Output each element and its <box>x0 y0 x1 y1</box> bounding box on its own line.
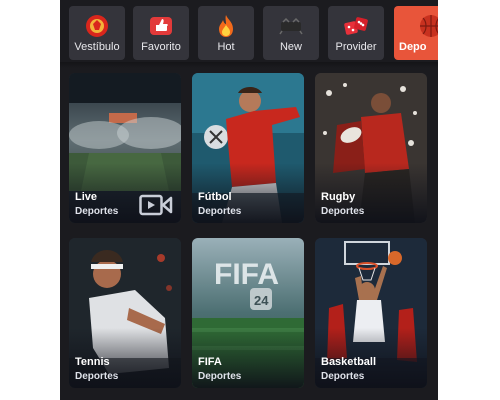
category-hot[interactable]: Hot <box>198 6 254 60</box>
category-provider[interactable]: Provider <box>328 6 384 60</box>
category-label: Depo <box>399 41 427 53</box>
sports-screen: Vestíbulo Favorito Hot New Provider Depo… <box>60 0 438 400</box>
card-subtitle: Deportes <box>198 371 242 382</box>
category-label: Favorito <box>141 41 181 53</box>
card-subtitle: Deportes <box>321 206 365 217</box>
card-subtitle: Deportes <box>75 371 119 382</box>
game-card-futbol[interactable]: Fútbol Deportes <box>192 73 304 223</box>
card-subtitle: Deportes <box>198 206 242 217</box>
category-new[interactable]: New <box>263 6 319 60</box>
category-strip[interactable]: Vestíbulo Favorito Hot New Provider Depo <box>60 0 438 66</box>
fifa-logo-text: FIFA <box>214 258 279 291</box>
category-favorite[interactable]: Favorito <box>133 6 189 60</box>
card-subtitle: Deportes <box>75 206 119 217</box>
game-card-fifa[interactable]: FIFA 24 FIFA Deportes <box>192 238 304 388</box>
card-subtitle: Deportes <box>321 371 365 382</box>
card-title: Live <box>75 191 98 203</box>
card-title: Basketball <box>321 356 377 368</box>
video-icon <box>139 194 173 216</box>
game-card-tennis[interactable]: Tennis Deportes <box>69 238 181 388</box>
category-sports[interactable]: Depo <box>394 6 438 60</box>
category-lobby[interactable]: Vestíbulo <box>69 6 125 60</box>
game-card-basketball[interactable]: Basketball Deportes <box>315 238 427 388</box>
fire-icon <box>219 15 233 37</box>
category-label: Hot <box>217 41 235 53</box>
sports-ball-icon <box>420 15 438 37</box>
card-title: Tennis <box>75 356 110 368</box>
thumbs-up-icon <box>150 17 172 35</box>
new-icon <box>279 17 303 35</box>
card-title: Rugby <box>321 191 356 203</box>
fifa-year-badge: 24 <box>254 293 269 308</box>
category-label: New <box>279 41 302 53</box>
lobby-icon <box>86 15 108 37</box>
game-card-live[interactable]: Live Deportes <box>69 73 181 223</box>
game-card-rugby[interactable]: Rugby Deportes <box>315 73 427 223</box>
dice-icon <box>344 17 368 35</box>
strip-divider <box>60 62 438 68</box>
card-title: Fútbol <box>198 191 232 203</box>
category-label: Provider <box>335 41 377 53</box>
category-label: Vestíbulo <box>74 41 120 53</box>
card-title: FIFA <box>198 356 222 368</box>
